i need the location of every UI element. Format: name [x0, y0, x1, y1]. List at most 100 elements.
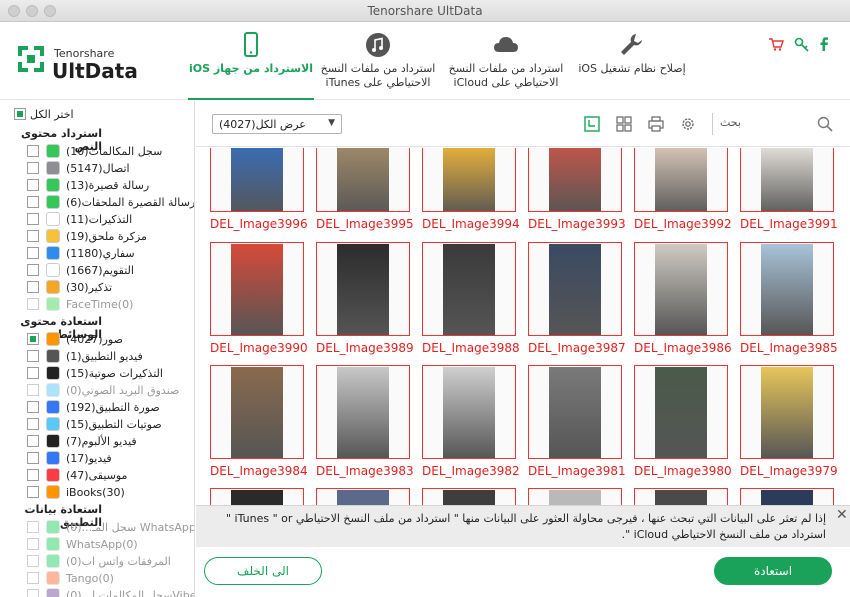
restore-button[interactable]: استعادة — [714, 557, 832, 585]
sidebar-item[interactable]: سفاري(1180) — [0, 245, 194, 262]
sidebar-item-checkbox[interactable] — [27, 247, 39, 259]
tab-recover-from-ios-device[interactable]: الاسترداد من جهاز iOS — [188, 22, 314, 100]
settings-icon[interactable] — [679, 115, 697, 133]
close-icon[interactable]: ✕ — [836, 507, 848, 523]
sidebar-item[interactable]: (0)WhatsApp — [0, 536, 194, 553]
sidebar-item[interactable]: صورة التطبيق(192) — [0, 399, 194, 416]
photo-thumbnail[interactable] — [740, 242, 834, 336]
photo-thumbnail[interactable] — [422, 242, 516, 336]
facebook-icon[interactable] — [816, 36, 832, 52]
photo-thumbnail[interactable] — [528, 242, 622, 336]
photo-caption: DEL_Image3980 — [634, 464, 732, 478]
photo-thumbnail[interactable] — [316, 365, 410, 459]
photo-thumbnail[interactable] — [634, 365, 728, 459]
key-icon[interactable] — [794, 36, 810, 52]
sidebar-item[interactable]: مزكرة ملحق(19) — [0, 228, 194, 245]
photo-thumbnail[interactable] — [422, 365, 516, 459]
sidebar-item-checkbox[interactable] — [27, 179, 39, 191]
sidebar-item[interactable]: رسالة قصيرة(13) — [0, 177, 194, 194]
sidebar-item[interactable]: WhatsApp سجل المـ...(0) — [0, 519, 194, 536]
sidebar-item[interactable]: المرفقات واتس اب(0) — [0, 553, 194, 570]
cart-icon[interactable] — [768, 36, 784, 52]
sidebar-item-checkbox[interactable] — [27, 589, 39, 597]
sidebar-item[interactable]: صور(4027) — [0, 331, 194, 348]
sidebar-item[interactable]: سجل المكالمات(10) — [0, 143, 194, 160]
category-icon — [46, 161, 60, 175]
sidebar-item[interactable]: فيديو الألبوم(7) — [0, 433, 194, 450]
sidebar-item-checkbox[interactable] — [27, 401, 39, 413]
sidebar-item[interactable]: تذكير(30) — [0, 279, 194, 296]
sidebar-item-checkbox[interactable] — [27, 264, 39, 276]
sidebar-item[interactable]: صندوق البريد الصوتي(0) — [0, 382, 194, 399]
back-button[interactable]: الى الخلف — [204, 557, 322, 585]
sidebar-item-label: صوتيات التطبيق(15) — [66, 418, 162, 431]
sidebar-item[interactable]: فيديو التطبيق(1) — [0, 348, 194, 365]
sidebar-item-checkbox[interactable] — [27, 486, 39, 498]
sidebar-item-checkbox[interactable] — [27, 521, 39, 533]
sidebar-item[interactable]: التذكيرات صوتية(15) — [0, 365, 194, 382]
sidebar-item-checkbox[interactable] — [27, 162, 39, 174]
sidebar-item[interactable]: (0)FaceTime — [0, 296, 194, 313]
sidebar-item[interactable]: اتصال(5147) — [0, 160, 194, 177]
photo-thumbnail[interactable] — [210, 488, 304, 505]
photo-thumbnail[interactable] — [210, 148, 304, 212]
photo-thumbnail[interactable] — [316, 242, 410, 336]
sidebar-item-checkbox[interactable] — [27, 435, 39, 447]
sidebar-item-checkbox[interactable] — [27, 418, 39, 430]
sidebar-item-checkbox[interactable] — [27, 469, 39, 481]
app-window: Tenorshare UltData Tenorshare UltData ال… — [0, 0, 850, 597]
sidebar-item-checkbox[interactable] — [27, 452, 39, 464]
photo-thumbnail[interactable] — [528, 488, 622, 505]
select-all-checkbox[interactable] — [14, 108, 26, 120]
photo-thumbnail[interactable] — [210, 242, 304, 336]
sidebar-item-checkbox[interactable] — [27, 367, 39, 379]
sidebar-item[interactable]: (30)iBooks — [0, 484, 194, 501]
sidebar-item[interactable]: فيديو(17) — [0, 450, 194, 467]
sidebar-item[interactable]: Viberسجل المكالمات ا...(0) — [0, 587, 195, 597]
select-all-row[interactable]: اختر الكل — [0, 106, 194, 123]
photo-thumbnail[interactable] — [316, 488, 410, 505]
photo-thumbnail[interactable] — [634, 242, 728, 336]
sidebar-item-checkbox[interactable] — [27, 281, 39, 293]
sidebar-item[interactable]: رسالة القصيرة الملحقات(6) — [0, 194, 194, 211]
photo-thumbnail[interactable] — [422, 488, 516, 505]
sidebar-item[interactable]: التذكيرات(11) — [0, 211, 194, 228]
photo-thumbnail[interactable] — [740, 365, 834, 459]
sidebar-item-checkbox[interactable] — [27, 333, 39, 345]
sidebar-item[interactable]: (0)Tango — [0, 570, 194, 587]
sidebar-item-checkbox[interactable] — [27, 555, 39, 567]
search-input[interactable]: بحث — [720, 116, 741, 129]
search-icon[interactable] — [816, 115, 834, 133]
photo-image — [655, 490, 707, 505]
sidebar-item-checkbox[interactable] — [27, 145, 39, 157]
photo-thumbnail[interactable] — [634, 148, 728, 212]
photo-thumbnail[interactable] — [740, 488, 834, 505]
calendar-view-icon[interactable] — [583, 115, 601, 133]
sidebar-item-checkbox[interactable] — [27, 538, 39, 550]
sidebar-item-checkbox[interactable] — [27, 384, 39, 396]
grid-view-icon[interactable] — [615, 115, 633, 133]
photo-thumbnail[interactable] — [740, 148, 834, 212]
sidebar-item[interactable]: موسيقى(47) — [0, 467, 194, 484]
photo-thumbnail[interactable] — [634, 488, 728, 505]
category-icon — [46, 349, 60, 363]
photo-thumbnail[interactable] — [316, 148, 410, 212]
sidebar-item[interactable]: التقويم(1667) — [0, 262, 194, 279]
sidebar-item[interactable]: صوتيات التطبيق(15) — [0, 416, 194, 433]
sidebar-item-checkbox[interactable] — [27, 350, 39, 362]
sidebar-item-checkbox[interactable] — [27, 298, 39, 310]
photo-thumbnail[interactable] — [422, 148, 516, 212]
photo-thumbnail[interactable] — [528, 365, 622, 459]
print-icon[interactable] — [647, 115, 665, 133]
tab-recover-from-itunes[interactable]: استرداد من ملفات النسخ الاحتياطي على iTu… — [318, 22, 438, 100]
sidebar-item-checkbox[interactable] — [27, 230, 39, 242]
sidebar-item-label: Viberسجل المكالمات ا...(0) — [66, 589, 195, 597]
sidebar-item-checkbox[interactable] — [27, 572, 39, 584]
tab-recover-from-icloud[interactable]: استرداد من ملفات النسخ الاحتياطي على iCl… — [446, 22, 566, 100]
sidebar-item-checkbox[interactable] — [27, 196, 39, 208]
view-filter-select[interactable]: عرض الكل(4027) ▼ — [212, 114, 342, 134]
sidebar-item-checkbox[interactable] — [27, 213, 39, 225]
photo-thumbnail[interactable] — [528, 148, 622, 212]
tab-repair-ios-system[interactable]: إصلاح نظام تشغيل iOS — [574, 22, 690, 100]
photo-thumbnail[interactable] — [210, 365, 304, 459]
